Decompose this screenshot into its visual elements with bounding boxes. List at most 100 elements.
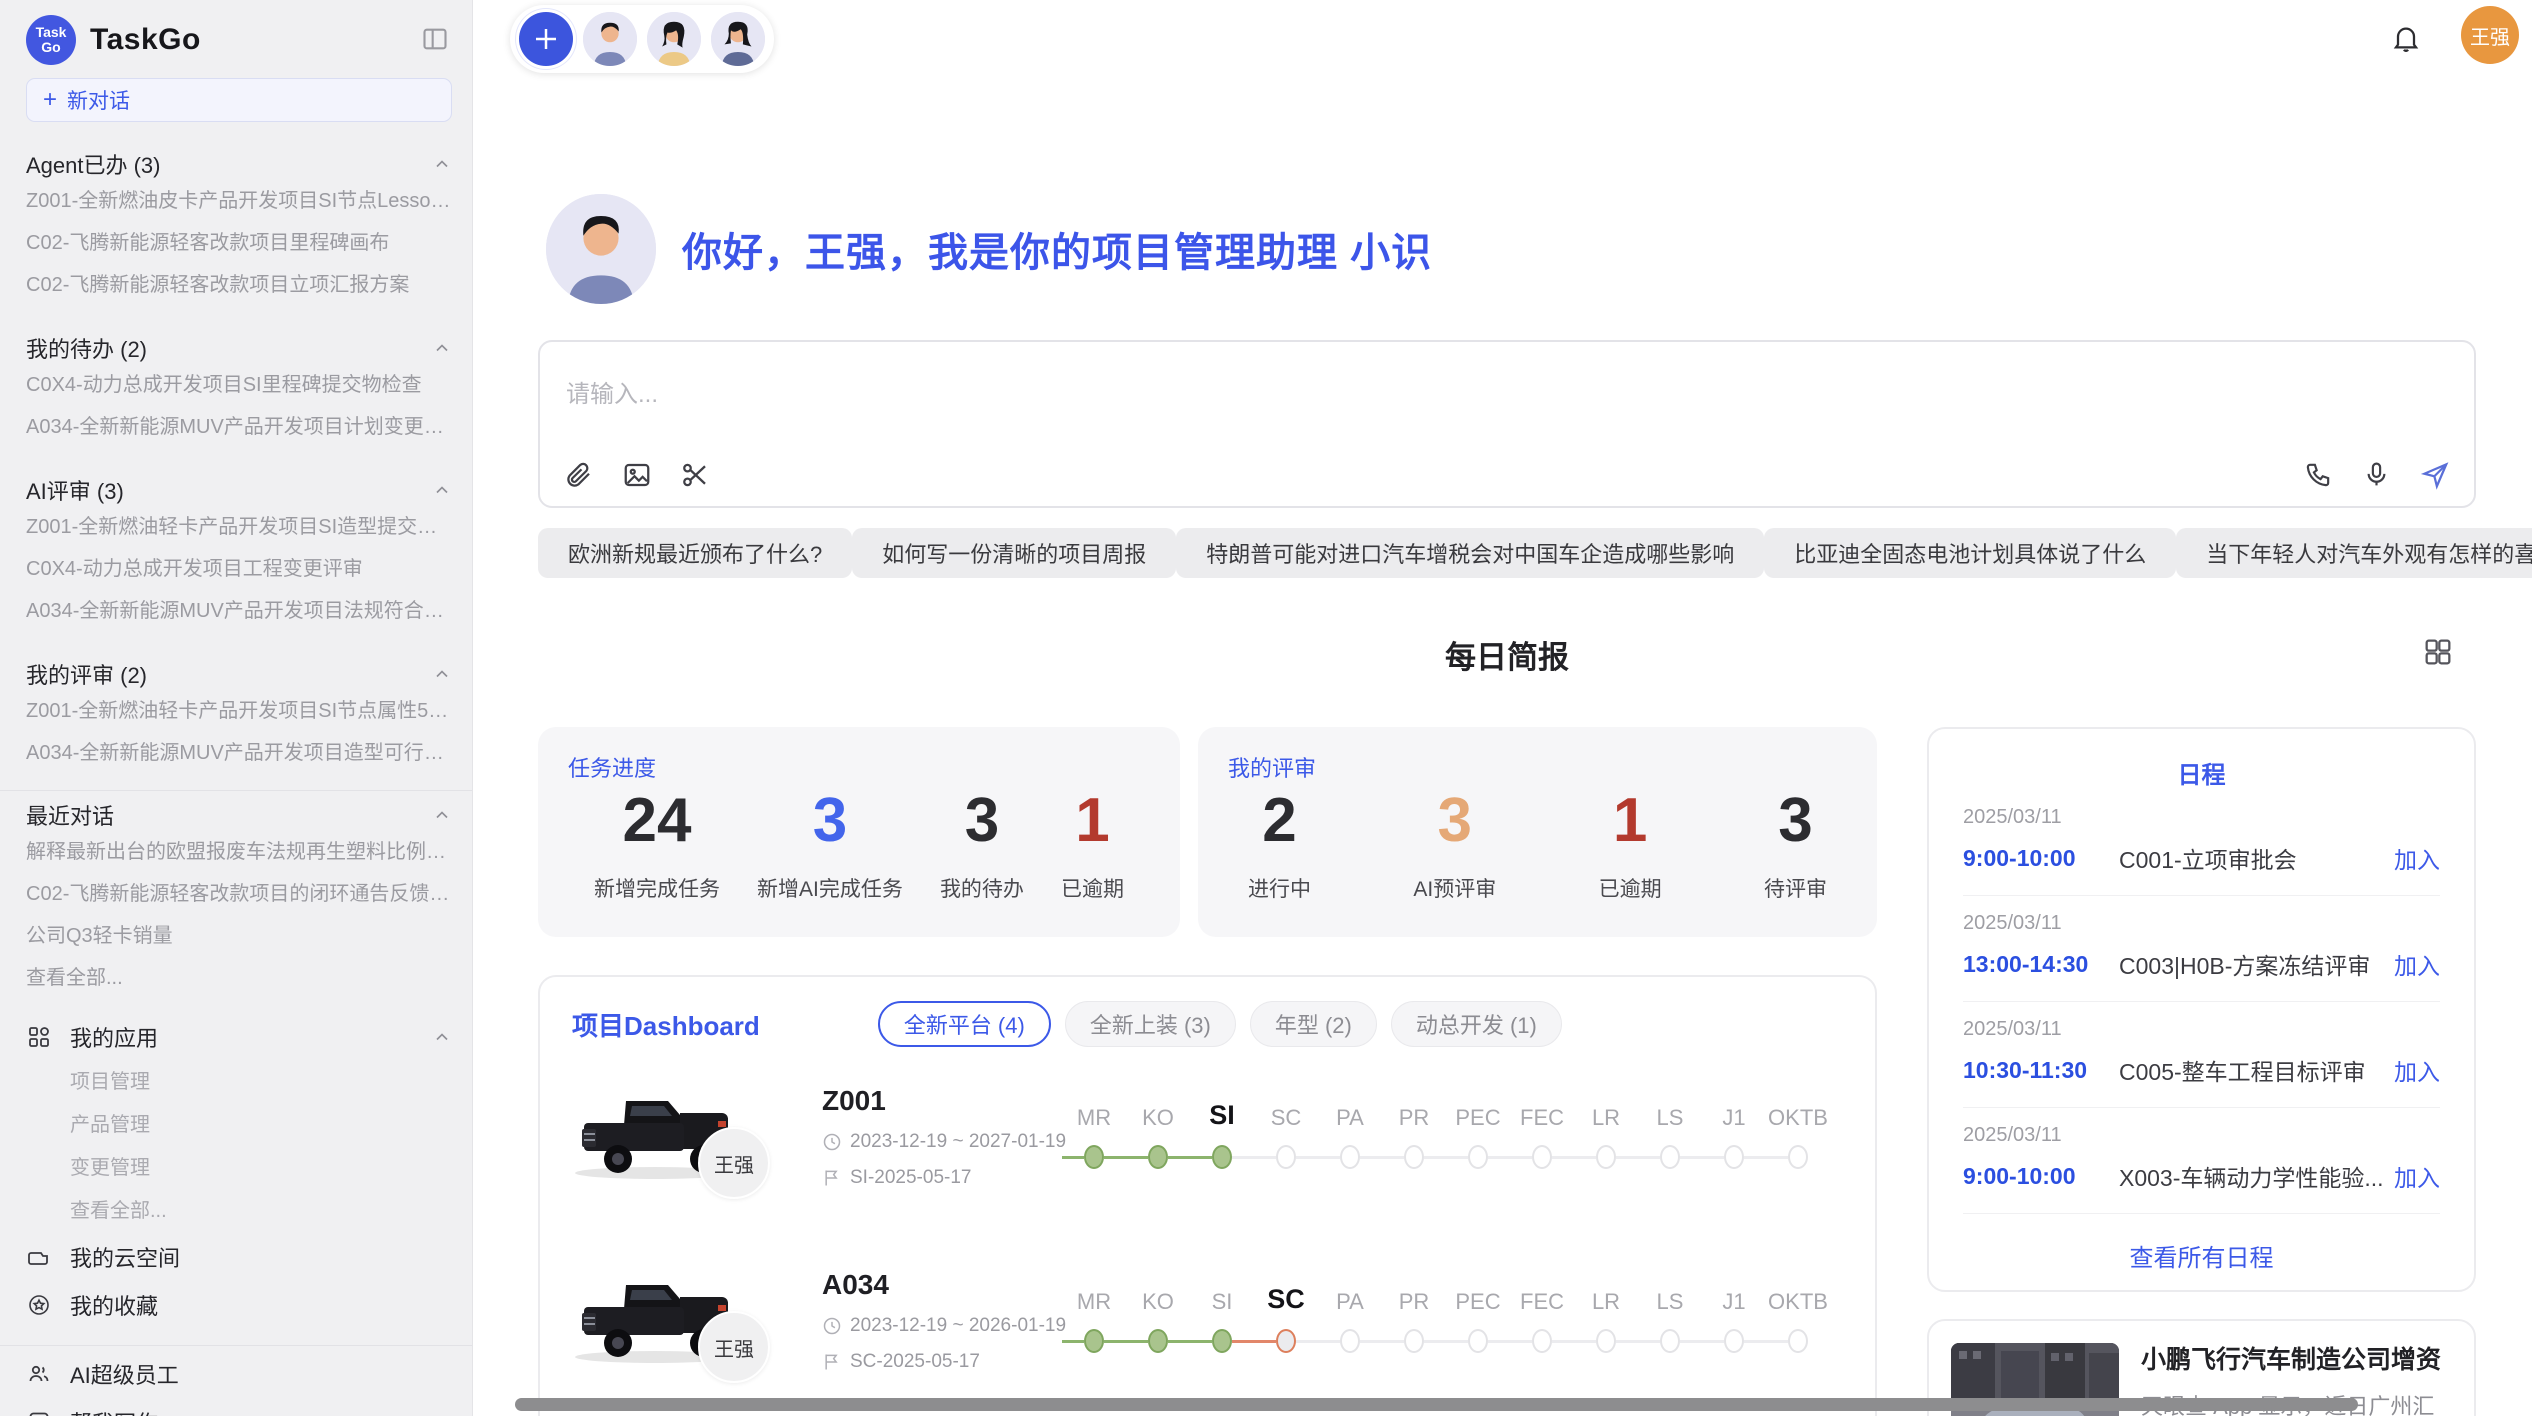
join-button[interactable]: 加入 xyxy=(2394,947,2440,981)
chevron-up-icon[interactable] xyxy=(432,480,452,500)
tab-new-body[interactable]: 全新上装 (3) xyxy=(1065,1001,1236,1047)
stat-value: 2 xyxy=(1248,783,1311,859)
milestone-node[interactable] xyxy=(1596,1329,1616,1353)
add-member-button[interactable] xyxy=(519,12,573,66)
tab-powertrain[interactable]: 动总开发 (1) xyxy=(1391,1001,1562,1047)
apps-view-all[interactable]: 查看全部... xyxy=(26,1190,452,1233)
section-header[interactable]: Agent已办 (3) xyxy=(26,148,452,180)
app-item-change-mgmt[interactable]: 变更管理 xyxy=(26,1147,452,1190)
project-row-z001[interactable]: 王强 Z001 2023-12-19 ~ 2027-01-19 SI-2025-… xyxy=(540,1083,1875,1241)
sidebar-item[interactable]: A034-全新新能源MUV产品开发项目法规符合性评审 xyxy=(26,590,452,632)
milestone-node[interactable] xyxy=(1724,1329,1744,1353)
milestone-node[interactable] xyxy=(1788,1145,1808,1169)
milestone-node[interactable] xyxy=(1660,1145,1680,1169)
chevron-up-icon[interactable] xyxy=(432,1027,452,1047)
milestone-label: FEC xyxy=(1520,1275,1564,1315)
join-button[interactable]: 加入 xyxy=(2394,1159,2440,1193)
milestone-node[interactable] xyxy=(1148,1145,1168,1169)
chevron-up-icon[interactable] xyxy=(432,338,452,358)
schedule-date: 2025/03/11 xyxy=(1963,806,2440,829)
milestone-node[interactable] xyxy=(1276,1329,1296,1353)
chevron-up-icon[interactable] xyxy=(432,664,452,684)
suggestion-chip[interactable]: 当下年轻人对汽车外观有怎样的喜好趋势 xyxy=(2176,528,2532,578)
app-item-project-mgmt[interactable]: 项目管理 xyxy=(26,1061,452,1104)
join-button[interactable]: 加入 xyxy=(2394,841,2440,875)
new-chat-button[interactable]: + 新对话 xyxy=(26,78,452,122)
milestone-node[interactable] xyxy=(1468,1145,1488,1169)
milestone-label: SI xyxy=(1212,1275,1233,1315)
milestone-node[interactable] xyxy=(1212,1329,1232,1353)
milestone-node[interactable] xyxy=(1532,1329,1552,1353)
chat-input-box[interactable]: 请输入... xyxy=(538,340,2476,508)
notification-bell-icon[interactable] xyxy=(2390,22,2422,54)
milestone-node[interactable] xyxy=(1468,1329,1488,1353)
microphone-icon[interactable] xyxy=(2362,460,2392,490)
suggestion-chip[interactable]: 比亚迪全固态电池计划具体说了什么 xyxy=(1764,528,2176,578)
chevron-up-icon[interactable] xyxy=(432,805,452,825)
app-item-product-mgmt[interactable]: 产品管理 xyxy=(26,1104,452,1147)
suggestion-chip[interactable]: 如何写一份清晰的项目周报 xyxy=(852,528,1176,578)
sidebar-item-help-write[interactable]: 帮我写作 xyxy=(26,1398,452,1416)
milestone-node[interactable] xyxy=(1340,1329,1360,1353)
image-icon[interactable] xyxy=(622,460,652,490)
milestone-node[interactable] xyxy=(1340,1145,1360,1169)
stat-my-todo: 3 我的待办 xyxy=(940,783,1024,903)
sidebar-item[interactable]: C02-飞腾新能源轻客改款项目里程碑画布 xyxy=(26,222,452,264)
milestone-node[interactable] xyxy=(1404,1145,1424,1169)
milestone-node[interactable] xyxy=(1084,1329,1104,1353)
milestone-node[interactable] xyxy=(1148,1329,1168,1353)
milestone-node[interactable] xyxy=(1532,1145,1552,1169)
scissors-icon[interactable] xyxy=(680,460,710,490)
sidebar-item-favorites[interactable]: 我的收藏 xyxy=(26,1281,452,1329)
sidebar-item[interactable]: Z001-全新燃油轻卡产品开发项目SI造型提交物评审 xyxy=(26,506,452,548)
milestone-node[interactable] xyxy=(1276,1145,1296,1169)
briefing-layout-icon[interactable] xyxy=(2422,636,2454,668)
section-header[interactable]: 我的评审 (2) xyxy=(26,658,452,690)
project-row-a034[interactable]: 王强 A034 2023-12-19 ~ 2026-01-19 SC-2025-… xyxy=(540,1267,1875,1416)
tab-new-platform[interactable]: 全新平台 (4) xyxy=(878,1001,1051,1047)
suggestion-chip[interactable]: 欧洲新规最近颁布了什么? xyxy=(538,528,852,578)
sidebar-item-cloud-space[interactable]: 我的云空间 xyxy=(26,1233,452,1281)
milestone-node[interactable] xyxy=(1788,1329,1808,1353)
phone-call-icon[interactable] xyxy=(2304,460,2334,490)
send-icon[interactable] xyxy=(2420,460,2450,490)
avatar-member-2[interactable] xyxy=(647,12,701,66)
section-header[interactable]: 我的待办 (2) xyxy=(26,332,452,364)
sidebar-item[interactable]: C0X4-动力总成开发项目SI里程碑提交物检查 xyxy=(26,364,452,406)
suggestion-chip[interactable]: 特朗普可能对进口汽车增税会对中国车企造成哪些影响 xyxy=(1176,528,1764,578)
attachment-icon[interactable] xyxy=(564,460,594,490)
greeting-block: 你好，王强，我是你的项目管理助理 小识 xyxy=(546,194,1432,304)
user-avatar[interactable]: 王强 xyxy=(2461,6,2519,64)
section-header[interactable]: 最近对话 xyxy=(26,799,452,831)
tab-year-model[interactable]: 年型 (2) xyxy=(1250,1001,1377,1047)
milestone-node[interactable] xyxy=(1404,1329,1424,1353)
sidebar-item[interactable]: A034-全新新能源MUV产品开发项目计划变更表编写 xyxy=(26,406,452,448)
sidebar-item[interactable]: Z001-全新燃油皮卡产品开发项目SI节点Lesson Learn报告 xyxy=(26,180,452,222)
milestone-label: J1 xyxy=(1722,1091,1745,1131)
apps-grid-icon xyxy=(26,1024,52,1050)
sidebar-item[interactable]: C02-飞腾新能源轻客改款项目立项汇报方案 xyxy=(26,264,452,306)
avatar-member-1[interactable] xyxy=(583,12,637,66)
recent-chat-item[interactable]: C02-飞腾新能源轻客改款项目的闭环通告反馈情况 xyxy=(26,873,452,915)
avatar-member-3[interactable] xyxy=(711,12,765,66)
recent-chat-item[interactable]: 公司Q3轻卡销量 xyxy=(26,915,452,957)
sidebar-item-ai-staff[interactable]: AI超级员工 xyxy=(26,1350,452,1398)
recent-view-all[interactable]: 查看全部... xyxy=(26,957,452,999)
milestone-node[interactable] xyxy=(1660,1329,1680,1353)
sidebar-collapse-icon[interactable] xyxy=(420,24,450,54)
milestone-node[interactable] xyxy=(1084,1145,1104,1169)
milestone-node[interactable] xyxy=(1724,1145,1744,1169)
sidebar-item-my-apps[interactable]: 我的应用 xyxy=(26,1013,452,1061)
join-button[interactable]: 加入 xyxy=(2394,1053,2440,1087)
sidebar-item[interactable]: Z001-全新燃油轻卡产品开发项目SI节点属性5D文件评审 xyxy=(26,690,452,732)
plus-icon: + xyxy=(43,86,57,114)
sidebar-item[interactable]: C0X4-动力总成开发项目工程变更评审 xyxy=(26,548,452,590)
milestone-node[interactable] xyxy=(1212,1145,1232,1169)
recent-chat-item[interactable]: 解释最新出台的欧盟报废车法规再生塑料比例被调至15%... xyxy=(26,831,452,873)
horizontal-scrollbar[interactable] xyxy=(515,1398,2358,1411)
chevron-up-icon[interactable] xyxy=(432,154,452,174)
view-all-schedule-link[interactable]: 查看所有日程 xyxy=(1963,1238,2440,1273)
sidebar-item[interactable]: A034-全新新能源MUV产品开发项目造型可行性评审 xyxy=(26,732,452,774)
section-header[interactable]: AI评审 (3) xyxy=(26,474,452,506)
milestone-node[interactable] xyxy=(1596,1145,1616,1169)
